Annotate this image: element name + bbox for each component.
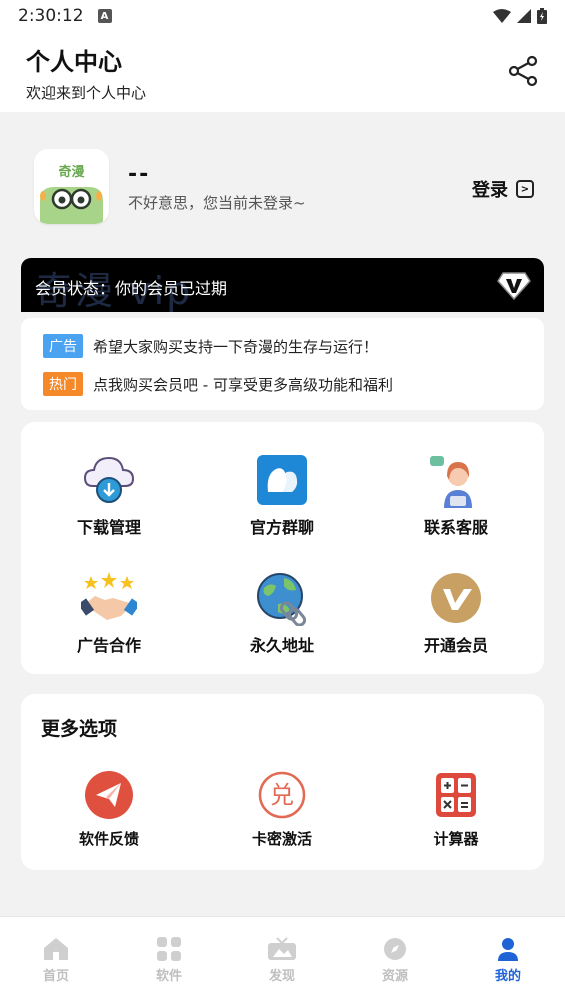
- notice-text: 希望大家购买支持一下奇漫的生存与运行！: [93, 337, 379, 356]
- more-label: 计算器: [433, 830, 479, 848]
- grid-item-ad-cooperation[interactable]: 广告合作: [44, 570, 174, 656]
- login-button[interactable]: 登录 >: [472, 176, 534, 202]
- send-icon: [85, 771, 133, 819]
- battery-icon: [537, 8, 547, 24]
- chevron-right-icon: >: [516, 180, 534, 198]
- signal-icon: [517, 9, 531, 23]
- handshake-icon: [81, 572, 137, 620]
- status-icons: [493, 8, 547, 24]
- vip-diamond-icon: [497, 272, 531, 301]
- tab-home[interactable]: 首页: [16, 937, 96, 984]
- grid-label: 下载管理: [76, 518, 141, 537]
- more-label: 卡密激活: [251, 830, 312, 848]
- notice-item-hot[interactable]: 热门 点我购买会员吧 - 可享受更多高级功能和福利: [43, 372, 393, 396]
- more-item-feedback[interactable]: 软件反馈: [44, 770, 174, 849]
- hot-tag: 热门: [43, 372, 83, 396]
- grid-label: 开通会员: [423, 636, 488, 655]
- calculator-icon: [436, 773, 476, 817]
- user-icon: [498, 938, 518, 961]
- grid-item-customer-service[interactable]: 联系客服: [391, 452, 521, 538]
- apps-icon: [157, 937, 181, 961]
- grid-item-permanent-address[interactable]: 永久地址: [217, 570, 347, 656]
- notice-card: 广告 希望大家购买支持一下奇漫的生存与运行！ 热门 点我购买会员吧 - 可享受更…: [21, 318, 544, 410]
- discover-icon: [268, 937, 296, 960]
- app-logo-icon: 奇漫: [34, 149, 109, 224]
- ad-tag: 广告: [43, 334, 83, 358]
- more-label: 软件反馈: [78, 830, 139, 848]
- avatar-text: 奇漫: [58, 164, 84, 180]
- grid-item-vip[interactable]: 开通会员: [391, 570, 521, 656]
- status-time: 2:30:12: [18, 6, 84, 26]
- notice-text: 点我购买会员吧 - 可享受更多高级功能和福利: [93, 375, 393, 394]
- more-item-redeem[interactable]: 兑 卡密激活: [217, 770, 347, 849]
- globe-link-icon: [257, 573, 307, 626]
- share-icon[interactable]: [506, 54, 540, 88]
- grid-label: 联系客服: [423, 518, 488, 537]
- compass-icon: [384, 938, 406, 960]
- bottom-tab-bar: 首页 软件 发现 资源 我的: [0, 916, 565, 1004]
- notification-a-icon: A: [97, 9, 112, 23]
- tab-apps[interactable]: 软件: [129, 937, 209, 984]
- tab-label: 发现: [268, 969, 295, 984]
- tab-mine[interactable]: 我的: [468, 937, 548, 984]
- home-icon: [44, 938, 68, 960]
- grid-label: 永久地址: [249, 636, 314, 655]
- group-chat-icon: [257, 455, 307, 505]
- vip-icon: [431, 573, 481, 623]
- tab-resources[interactable]: 资源: [355, 937, 435, 984]
- profile-section: 奇漫 -- 不好意思，您当前未登录~ 登录 >: [0, 112, 565, 252]
- page-title: 个人中心: [26, 48, 122, 76]
- redeem-glyph: 兑: [270, 781, 294, 809]
- grid-item-download[interactable]: 下载管理: [44, 452, 174, 538]
- avatar[interactable]: 奇漫: [34, 149, 109, 224]
- customer-service-icon: [430, 456, 472, 508]
- tab-label: 首页: [42, 969, 69, 984]
- more-options-card: 更多选项 软件反馈 兑 卡密激活 计算器: [21, 694, 544, 870]
- tab-discover[interactable]: 发现: [242, 937, 322, 984]
- more-item-calculator[interactable]: 计算器: [391, 770, 521, 849]
- vip-status-bar[interactable]: 奇漫 vip 会员状态：你的会员已过期: [21, 258, 544, 312]
- login-hint: 不好意思，您当前未登录~: [128, 194, 306, 212]
- grid-label: 广告合作: [76, 636, 141, 655]
- username: --: [128, 162, 151, 187]
- wifi-icon: [493, 9, 511, 23]
- feature-grid: 下载管理 官方群聊 联系客服 广告合作 永久地址 开通会员: [21, 422, 544, 674]
- vip-status-text: 会员状态：你的会员已过期: [35, 279, 228, 298]
- grid-label: 官方群聊: [249, 518, 314, 537]
- page-subtitle: 欢迎来到个人中心: [26, 84, 147, 102]
- cloud-download-icon: [83, 456, 135, 503]
- status-bar: 2:30:12 A: [0, 0, 565, 32]
- redeem-icon: 兑: [258, 771, 306, 819]
- more-options-title: 更多选项: [41, 718, 118, 740]
- tab-label: 我的: [494, 969, 521, 984]
- tab-label: 资源: [381, 969, 408, 984]
- grid-item-group-chat[interactable]: 官方群聊: [217, 452, 347, 538]
- login-label: 登录: [472, 180, 508, 201]
- notice-item-ad[interactable]: 广告 希望大家购买支持一下奇漫的生存与运行！: [43, 334, 378, 358]
- page-header: 个人中心 欢迎来到个人中心: [0, 32, 565, 112]
- tab-label: 软件: [155, 969, 182, 984]
